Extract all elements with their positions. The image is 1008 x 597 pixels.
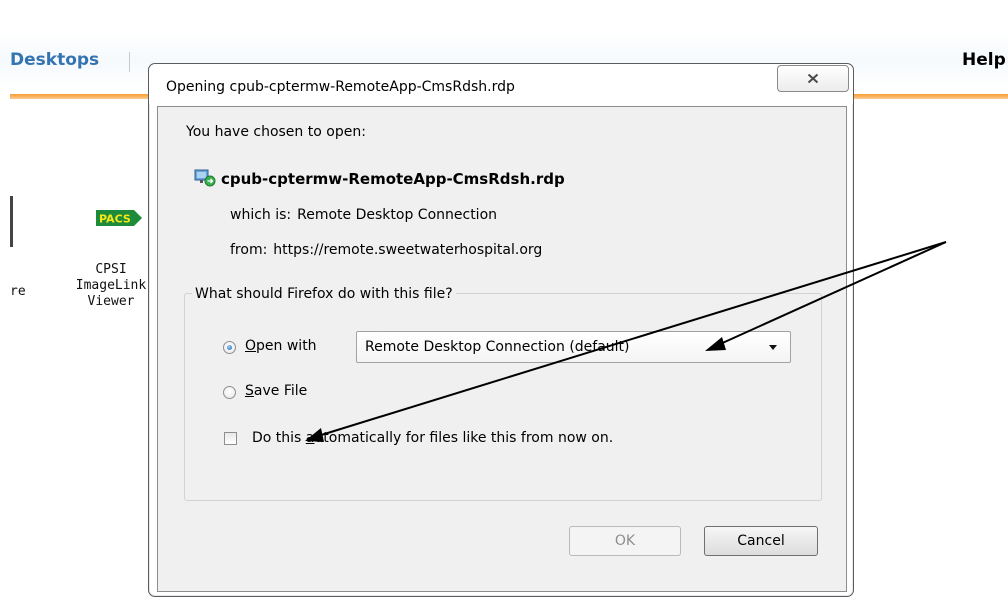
which-is-row: which is: Remote Desktop Connection xyxy=(230,207,497,223)
dialog-titlebar[interactable]: Opening cpub-cptermw-RemoteApp-CmsRdsh.r… xyxy=(149,64,853,104)
save-file-label-text: ave File xyxy=(253,383,308,399)
pacs-icon[interactable]: PACS xyxy=(96,210,142,226)
from-label: from: xyxy=(230,242,268,258)
auto-checkbox[interactable] xyxy=(224,432,237,445)
chosen-to-open-label: You have chosen to open: xyxy=(186,124,366,140)
open-with-label-text: pen with xyxy=(256,338,317,354)
open-with-label[interactable]: Open with xyxy=(245,338,317,354)
from-value: https://remote.sweetwaterhospital.org xyxy=(273,242,543,258)
open-with-app-value: Remote Desktop Connection (default) xyxy=(365,339,630,355)
save-file-accel: S xyxy=(245,383,254,399)
close-button[interactable] xyxy=(777,65,849,92)
open-with-accel: O xyxy=(245,338,257,354)
nav-separator xyxy=(129,52,130,72)
auto-checkbox-label[interactable]: Do this automatically for files like thi… xyxy=(252,430,613,446)
app-cpsi-imagelink-viewer-label[interactable]: CPSI ImageLink Viewer xyxy=(70,262,152,310)
save-file-label[interactable]: Save File xyxy=(245,383,307,399)
nav-link-help[interactable]: Help xyxy=(962,50,1006,70)
open-with-app-select[interactable]: Remote Desktop Connection (default) xyxy=(356,331,791,363)
file-name: cpub-cptermw-RemoteApp-CmsRdsh.rdp xyxy=(221,170,565,188)
ok-button[interactable]: OK xyxy=(569,526,681,556)
save-file-radio[interactable] xyxy=(223,386,236,399)
dropdown-arrow-icon xyxy=(769,345,777,350)
open-with-radio[interactable] xyxy=(223,341,236,354)
nav-link-desktops[interactable]: Desktops xyxy=(10,50,99,70)
partial-app-label[interactable]: re xyxy=(10,284,26,299)
which-is-value: Remote Desktop Connection xyxy=(297,207,498,223)
which-is-label: which is: xyxy=(230,207,292,223)
remote-desktop-file-icon xyxy=(194,169,216,187)
dialog-body: You have chosen to open: cpub-cptermw-Re… xyxy=(157,106,847,592)
auto-checkbox-text-before: Do this xyxy=(252,430,306,446)
cancel-button[interactable]: Cancel xyxy=(704,526,818,556)
partial-app-icon[interactable] xyxy=(10,196,13,247)
from-row: from: https://remote.sweetwaterhospital.o… xyxy=(230,242,542,258)
file-open-dialog: Opening cpub-cptermw-RemoteApp-CmsRdsh.r… xyxy=(148,63,854,597)
auto-checkbox-text-after: utomatically for files like this from no… xyxy=(314,430,614,446)
dialog-title: Opening cpub-cptermw-RemoteApp-CmsRdsh.r… xyxy=(166,79,515,95)
action-group-label: What should Firefox do with this file? xyxy=(192,286,456,302)
pacs-icon-text: PACS xyxy=(99,213,131,226)
close-icon xyxy=(807,73,819,84)
